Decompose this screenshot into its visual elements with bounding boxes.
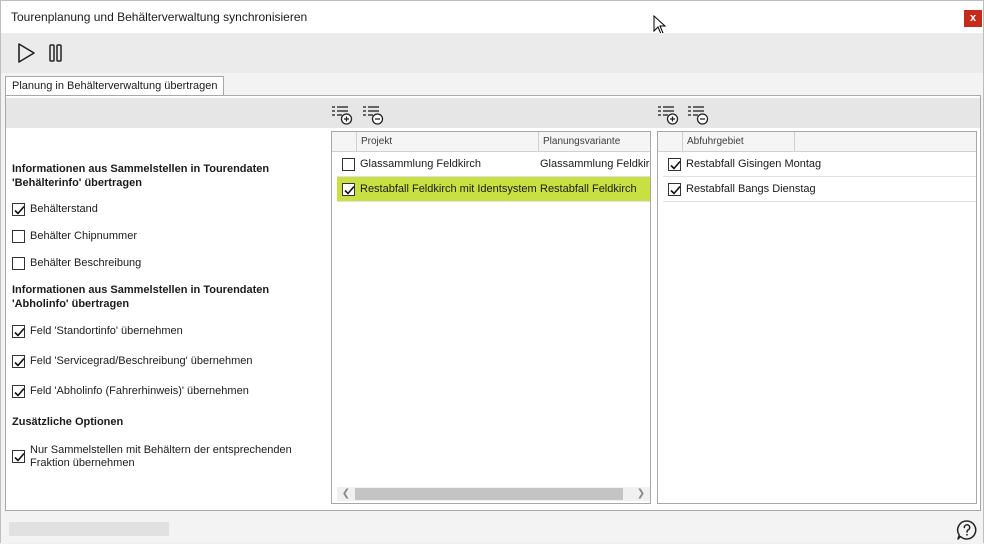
tab-planung[interactable]: Planung in Behälterverwaltung übertragen [5, 76, 225, 96]
grid-toolbar [6, 98, 980, 128]
checkmark-icon [14, 205, 25, 215]
section-abholinfo-title: Informationen aus Sammelstellen in Toure… [12, 284, 270, 310]
remove-areas-button[interactable] [687, 103, 709, 125]
window-title: Tourenplanung und Behälterverwaltung syn… [11, 10, 308, 24]
table-row-selected[interactable]: Restabfall Feldkirch mit Identsystem Res… [337, 177, 650, 202]
list-remove-icon [688, 106, 709, 125]
cell-projekt: Glassammlung Feldkirch [360, 158, 482, 170]
row-checkbox[interactable] [342, 158, 355, 171]
help-icon [956, 520, 977, 540]
header-check-cell [658, 132, 683, 152]
scroll-right-icon[interactable]: ❯ [634, 487, 648, 501]
dialog-window: Tourenplanung und Behälterverwaltung syn… [0, 0, 984, 543]
behaelterstand-label: Behälterstand [30, 203, 98, 215]
cell-abfuhrgebiet: Restabfall Bangs Dienstag [686, 183, 816, 195]
pause-icon [49, 44, 62, 62]
table-row[interactable]: Restabfall Gisingen Montag [663, 152, 976, 177]
scroll-left-icon[interactable]: ❮ [339, 487, 353, 501]
header-check-cell [332, 132, 357, 152]
list-add-icon [658, 106, 679, 125]
chipnummer-checkbox[interactable] [12, 230, 25, 243]
checkmark-icon [14, 387, 25, 397]
play-button[interactable] [15, 42, 37, 64]
areas-grid: Abfuhrgebiet Restabfall Gisingen Montag … [657, 131, 977, 504]
abholinfo-checkbox[interactable] [12, 385, 25, 398]
row-checkbox[interactable] [668, 158, 681, 171]
play-icon [18, 43, 35, 63]
table-row[interactable]: Glassammlung Feldkirch Glassammlung Feld… [337, 152, 650, 177]
cell-projekt: Restabfall Feldkirch mit Identsystem [360, 183, 537, 195]
tab-content: Informationen aus Sammelstellen in Toure… [5, 95, 981, 511]
beschreibung-label: Behälter Beschreibung [30, 257, 142, 269]
section-zusaetzlich-title: Zusätzliche Optionen [12, 416, 124, 428]
toolbar [1, 33, 983, 73]
checkmark-icon [670, 160, 681, 170]
add-rows-button[interactable] [331, 103, 353, 125]
cell-planungsvariante: Glassammlung Feldkirch [540, 158, 650, 170]
checkmark-icon [344, 185, 355, 195]
remove-rows-button[interactable] [362, 103, 384, 125]
checkmark-icon [670, 185, 681, 195]
checkmark-icon [14, 452, 25, 462]
mouse-cursor-icon [653, 15, 667, 35]
list-add-icon [332, 106, 353, 125]
help-button[interactable] [956, 519, 978, 541]
cell-abfuhrgebiet: Restabfall Gisingen Montag [686, 158, 822, 170]
section-behaelterinfo-title: Informationen aus Sammelstellen in Toure… [12, 163, 270, 189]
fraktion-label: Nur Sammelstellen mit Behältern der ents… [30, 444, 292, 469]
close-button[interactable]: x [964, 10, 982, 27]
scrollbar-thumb[interactable] [355, 488, 623, 500]
chipnummer-label: Behälter Chipnummer [30, 230, 137, 242]
servicegrad-checkbox[interactable] [12, 355, 25, 368]
standortinfo-label: Feld 'Standortinfo' übernehmen [30, 325, 183, 337]
cell-planungsvariante: Restabfall Feldkirch [540, 183, 637, 195]
projects-grid: Projekt Planungsvariante Glassammlung Fe… [331, 131, 651, 504]
row-checkbox[interactable] [342, 183, 355, 196]
column-header-abfuhrgebiet[interactable]: Abfuhrgebiet [683, 132, 795, 152]
title-bar: Tourenplanung und Behälterverwaltung syn… [1, 1, 983, 35]
projects-grid-header: Projekt Planungsvariante [332, 132, 650, 152]
status-bar [1, 513, 983, 543]
row-checkbox[interactable] [668, 183, 681, 196]
areas-grid-header: Abfuhrgebiet [658, 132, 976, 152]
fraktion-checkbox[interactable] [12, 450, 25, 463]
standortinfo-checkbox[interactable] [12, 325, 25, 338]
add-areas-button[interactable] [657, 103, 679, 125]
table-row[interactable]: Restabfall Bangs Dienstag [663, 177, 976, 202]
servicegrad-label: Feld 'Servicegrad/Beschreibung' übernehm… [30, 355, 253, 367]
list-remove-icon [363, 106, 384, 125]
tab-strip: Planung in Behälterverwaltung übertragen [1, 73, 983, 96]
checkmark-icon [14, 327, 25, 337]
horizontal-scrollbar[interactable]: ❮ ❯ [337, 487, 650, 501]
checkmark-icon [14, 357, 25, 367]
beschreibung-checkbox[interactable] [12, 257, 25, 270]
pause-button[interactable] [45, 42, 67, 64]
behaelterstand-checkbox[interactable] [12, 203, 25, 216]
column-header-projekt[interactable]: Projekt [357, 132, 539, 152]
column-header-planungsvariante[interactable]: Planungsvariante [539, 132, 650, 152]
progress-bar [9, 522, 169, 536]
abholinfo-label: Feld 'Abholinfo (Fahrerhinweis)' überneh… [30, 385, 249, 397]
